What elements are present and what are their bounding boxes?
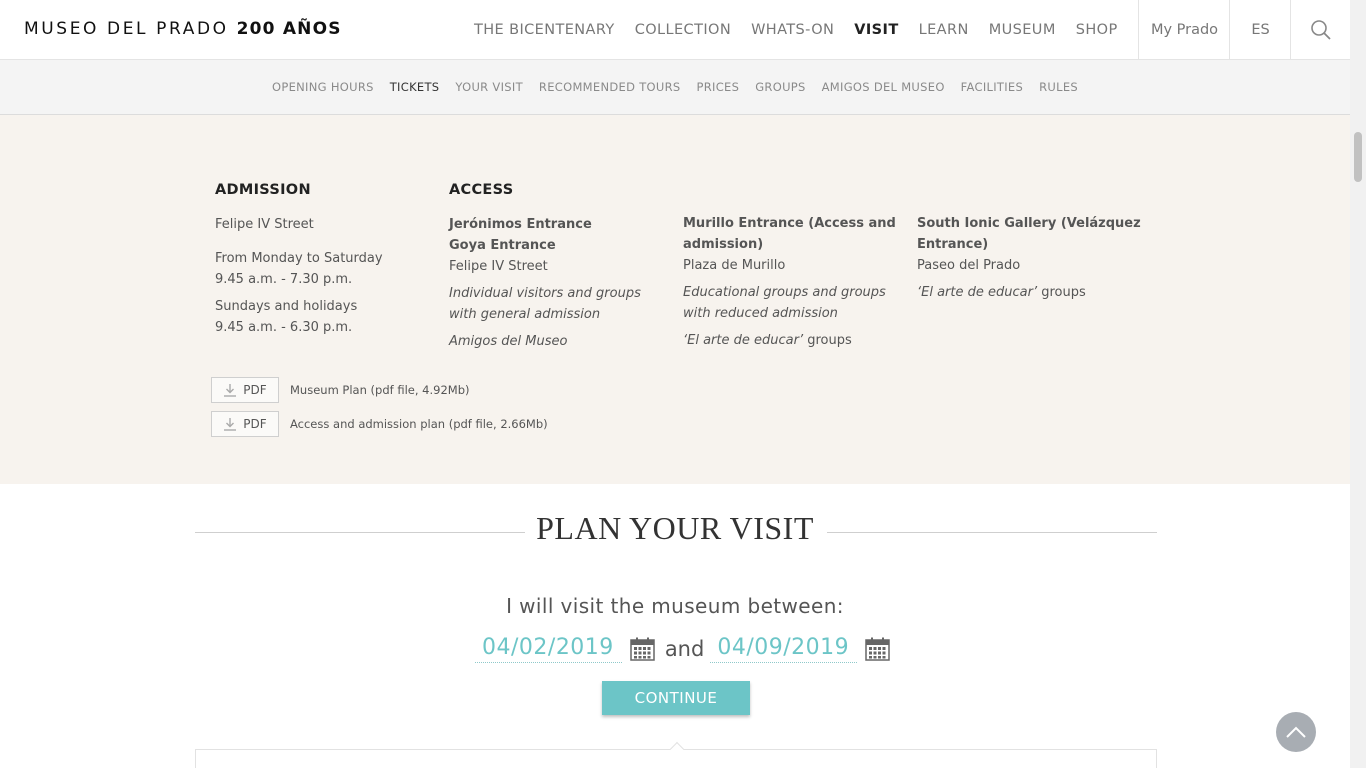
search-button[interactable] — [1290, 0, 1350, 60]
nav-item-museum[interactable]: MUSEUM — [979, 22, 1066, 38]
search-icon — [1310, 20, 1331, 40]
date-connector: and — [664, 637, 705, 661]
subnav-facilities[interactable]: FACILITIES — [953, 80, 1031, 94]
murillo-place: Plaza de Murillo — [683, 258, 786, 273]
access-jeronimos-column: ACCESS Jerónimos Entrance Goya Entrance … — [449, 180, 664, 352]
access-south-column: South Ionic Gallery (Velázquez Entrance)… — [917, 213, 1142, 303]
south-groups-italic: ‘El arte de educar’ — [917, 285, 1038, 300]
access-heading: ACCESS — [449, 182, 514, 198]
sunday-hours: 9.45 a.m. - 6.30 p.m. — [215, 320, 353, 335]
admission-access-section: ADMISSION Felipe IV Street From Monday t… — [0, 115, 1350, 484]
title-divider-right — [827, 532, 1157, 533]
nav-item-whats-on[interactable]: WHATS-ON — [741, 22, 844, 38]
admission-column: ADMISSION Felipe IV Street From Monday t… — [215, 180, 425, 338]
subnav-opening-hours[interactable]: OPENING HOURS — [264, 80, 382, 94]
murillo-groups-note: ‘El arte de educar’ groups — [683, 330, 898, 351]
pdf-button-access-plan[interactable]: PDF — [211, 411, 279, 437]
download-icon — [224, 384, 237, 397]
download-access-plan: PDF Access and admission plan (pdf file,… — [211, 411, 548, 437]
main-nav: THE BICENTENARY COLLECTION WHATS-ON VISI… — [464, 0, 1128, 60]
subnav-recommended-tours[interactable]: RECOMMENDED TOURS — [531, 80, 689, 94]
murillo-entrance: Murillo Entrance (Access and admission) — [683, 216, 896, 252]
page-scrollbar[interactable] — [1350, 0, 1366, 768]
subnav-tickets[interactable]: TICKETS — [382, 80, 448, 94]
visit-question: I will visit the museum between: — [506, 594, 844, 618]
murillo-note: Educational groups and groups with reduc… — [683, 285, 886, 321]
download-museum-plan: PDF Museum Plan (pdf file, 4.92Mb) — [211, 377, 469, 403]
subnav-rules[interactable]: RULES — [1031, 80, 1086, 94]
pdf-button-label: PDF — [243, 383, 267, 397]
jeronimos-place: Felipe IV Street — [449, 259, 548, 274]
weekday-hours: 9.45 a.m. - 7.30 p.m. — [215, 272, 353, 287]
access-plan-link[interactable]: Access and admission plan (pdf file, 2.6… — [290, 417, 548, 431]
logo-bicentenary: 200 AÑOS — [236, 19, 342, 39]
nav-item-visit[interactable]: VISIT — [844, 22, 908, 38]
back-to-top-button[interactable] — [1276, 712, 1316, 752]
chevron-up-icon — [1286, 726, 1306, 738]
subnav-groups[interactable]: GROUPS — [747, 80, 813, 94]
nav-item-shop[interactable]: SHOP — [1066, 22, 1128, 38]
admission-street: Felipe IV Street — [215, 217, 314, 232]
jeronimos-note: Individual visitors and groups with gene… — [449, 286, 641, 322]
subnav-prices[interactable]: PRICES — [689, 80, 748, 94]
my-prado-link[interactable]: My Prado — [1138, 0, 1230, 60]
murillo-groups-rest: groups — [803, 333, 852, 348]
date-to-field[interactable]: 04/09/2019 — [710, 635, 858, 663]
logo-text: MUSEO DEL PRADO — [24, 19, 229, 39]
subnav-amigos-del-museo[interactable]: AMIGOS DEL MUSEO — [814, 80, 953, 94]
south-ionic-entrance: South Ionic Gallery (Velázquez Entrance) — [917, 216, 1141, 252]
nav-item-bicentenary[interactable]: THE BICENTENARY — [464, 22, 625, 38]
jeronimos-entrance: Jerónimos Entrance — [449, 217, 592, 232]
calendar-icon[interactable] — [865, 637, 890, 661]
subnav-your-visit[interactable]: YOUR VISIT — [447, 80, 531, 94]
visit-subnav: OPENING HOURS TICKETS YOUR VISIT RECOMME… — [0, 60, 1350, 115]
goya-entrance: Goya Entrance — [449, 238, 556, 253]
south-groups-note: ‘El arte de educar’ groups — [917, 282, 1142, 303]
calendar-icon[interactable] — [630, 637, 655, 661]
plan-visit-header: PLAN YOUR VISIT — [0, 510, 1350, 547]
amigos-note: Amigos del Museo — [449, 334, 568, 349]
scrollbar-thumb[interactable] — [1354, 132, 1362, 182]
south-place: Paseo del Prado — [917, 258, 1021, 273]
panel-pointer — [669, 741, 685, 757]
admission-heading: ADMISSION — [215, 182, 311, 198]
results-panel — [195, 741, 1157, 768]
south-groups-rest: groups — [1037, 285, 1086, 300]
download-icon — [224, 418, 237, 431]
murillo-groups-italic: ‘El arte de educar’ — [683, 333, 804, 348]
language-switch[interactable]: ES — [1229, 0, 1291, 60]
plan-visit-title: PLAN YOUR VISIT — [536, 510, 814, 546]
pdf-button-label: PDF — [243, 417, 267, 431]
pdf-button-museum-plan[interactable]: PDF — [211, 377, 279, 403]
access-murillo-column: Murillo Entrance (Access and admission) … — [683, 213, 898, 351]
date-from-field[interactable]: 04/02/2019 — [475, 635, 622, 663]
site-header: MUSEO DEL PRADO 200 AÑOS THE BICENTENARY… — [0, 0, 1350, 60]
museum-plan-link[interactable]: Museum Plan (pdf file, 4.92Mb) — [290, 383, 469, 397]
nav-item-learn[interactable]: LEARN — [909, 22, 979, 38]
sunday-days: Sundays and holidays — [215, 299, 358, 314]
nav-item-collection[interactable]: COLLECTION — [625, 22, 741, 38]
site-logo[interactable]: MUSEO DEL PRADO 200 AÑOS — [24, 19, 342, 39]
continue-button[interactable]: CONTINUE — [602, 681, 750, 715]
title-divider-left — [195, 532, 525, 533]
weekday-days: From Monday to Saturday — [215, 251, 383, 266]
date-range-picker: 04/02/2019 and 04/09/2019 — [475, 632, 890, 666]
